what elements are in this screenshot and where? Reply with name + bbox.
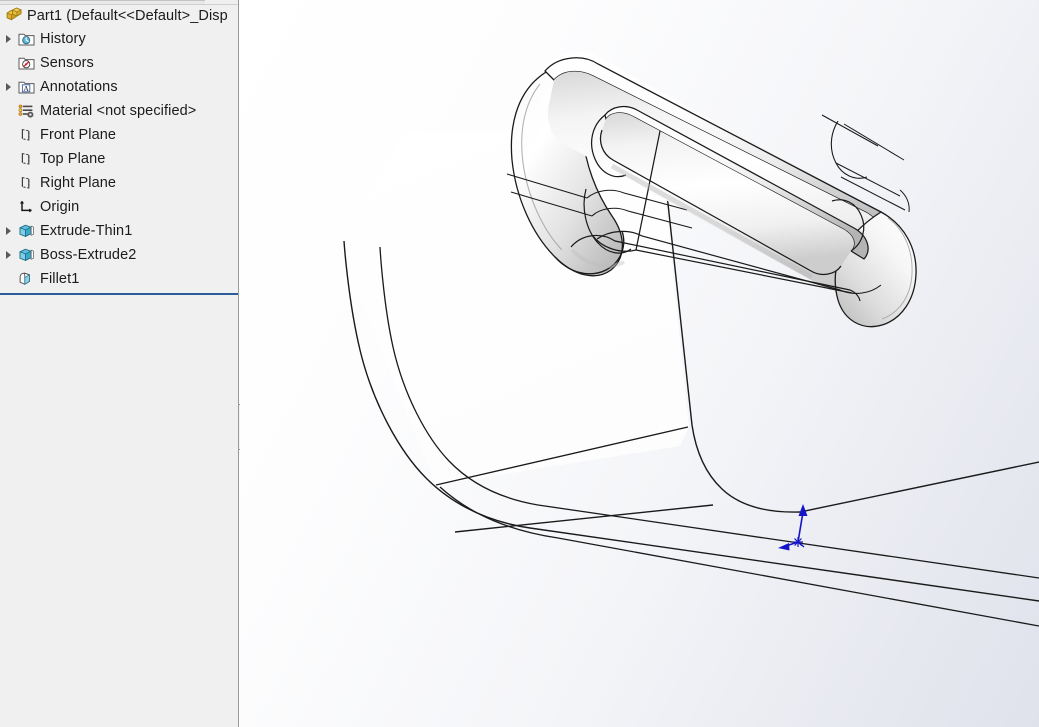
model-3d-render [338,51,1039,627]
tree-item-annotations[interactable]: A Annotations [0,75,238,99]
seam-line-right-a [821,114,879,147]
feature-manager-tree-panel: Part1 (Default<<Default>_Disp History Se… [0,0,239,727]
tree-item-part-root[interactable]: Part1 (Default<<Default>_Disp [0,4,238,27]
chevron-right-icon[interactable] [0,27,16,51]
plane-icon [16,174,36,192]
chevron-right-icon[interactable] [0,219,16,243]
svg-text:A: A [23,84,29,93]
origin-icon [16,198,36,216]
tree-item-boss-extrude2[interactable]: Boss-Extrude2 [0,243,238,267]
tree-item-history[interactable]: History [0,27,238,51]
sheet-bottom-fold-edge [439,486,1039,627]
sensors-folder-icon [16,54,36,72]
extrude-icon [16,246,36,264]
triad-origin-point [793,537,803,547]
rollback-bar[interactable] [0,292,238,296]
sheet-crease-lower [454,504,714,533]
part-root-label: Part1 (Default<<Default>_Disp [27,7,228,24]
extrude-icon [16,222,36,240]
tree-item-material[interactable]: Material <not specified> [0,99,238,123]
tree-item-origin[interactable]: Origin [0,195,238,219]
tree-item-sensors[interactable]: Sensors [0,51,238,75]
tree-item-fillet1[interactable]: Fillet1 [0,267,238,291]
tree-item-extrude-thin1[interactable]: Extrude-Thin1 [0,219,238,243]
plane-icon [16,126,36,144]
tree-item-label: Origin [40,199,80,215]
fillet-icon [16,270,36,288]
rollback-bar-line [0,293,238,295]
tree-item-label: Material <not specified> [40,103,197,119]
tree-item-front-plane[interactable]: Front Plane [0,123,238,147]
tree-item-right-plane[interactable]: Right Plane [0,171,238,195]
tree-item-label: Boss-Extrude2 [40,247,137,263]
tree-item-label: Annotations [40,79,118,95]
material-icon [16,102,36,120]
part-icon [4,7,24,25]
tree-item-label: Extrude-Thin1 [40,223,133,239]
sheet-upper-face [338,131,689,485]
graphics-area[interactable] [240,0,1039,727]
tree-item-label: History [40,31,86,47]
tree-item-label: Right Plane [40,175,117,191]
tree-item-label: Top Plane [40,151,106,167]
plane-icon [16,150,36,168]
tree-item-label: Front Plane [40,127,117,143]
chevron-right-icon[interactable] [0,243,16,267]
history-folder-icon [16,30,36,48]
triad-x-arrowhead [778,543,790,551]
feature-tree-list: Part1 (Default<<Default>_Disp History Se… [0,4,238,291]
solidworks-window: Part1 (Default<<Default>_Disp History Se… [0,0,1039,727]
annotations-folder-icon: A [16,78,36,96]
tree-item-top-plane[interactable]: Top Plane [0,147,238,171]
triad-y-axis [797,511,804,543]
tree-item-label: Fillet1 [40,271,80,287]
seam-arc-right-cap [899,189,910,213]
tree-item-label: Sensors [40,55,94,71]
chevron-right-icon[interactable] [0,75,16,99]
seam-line-right-b [843,123,905,161]
